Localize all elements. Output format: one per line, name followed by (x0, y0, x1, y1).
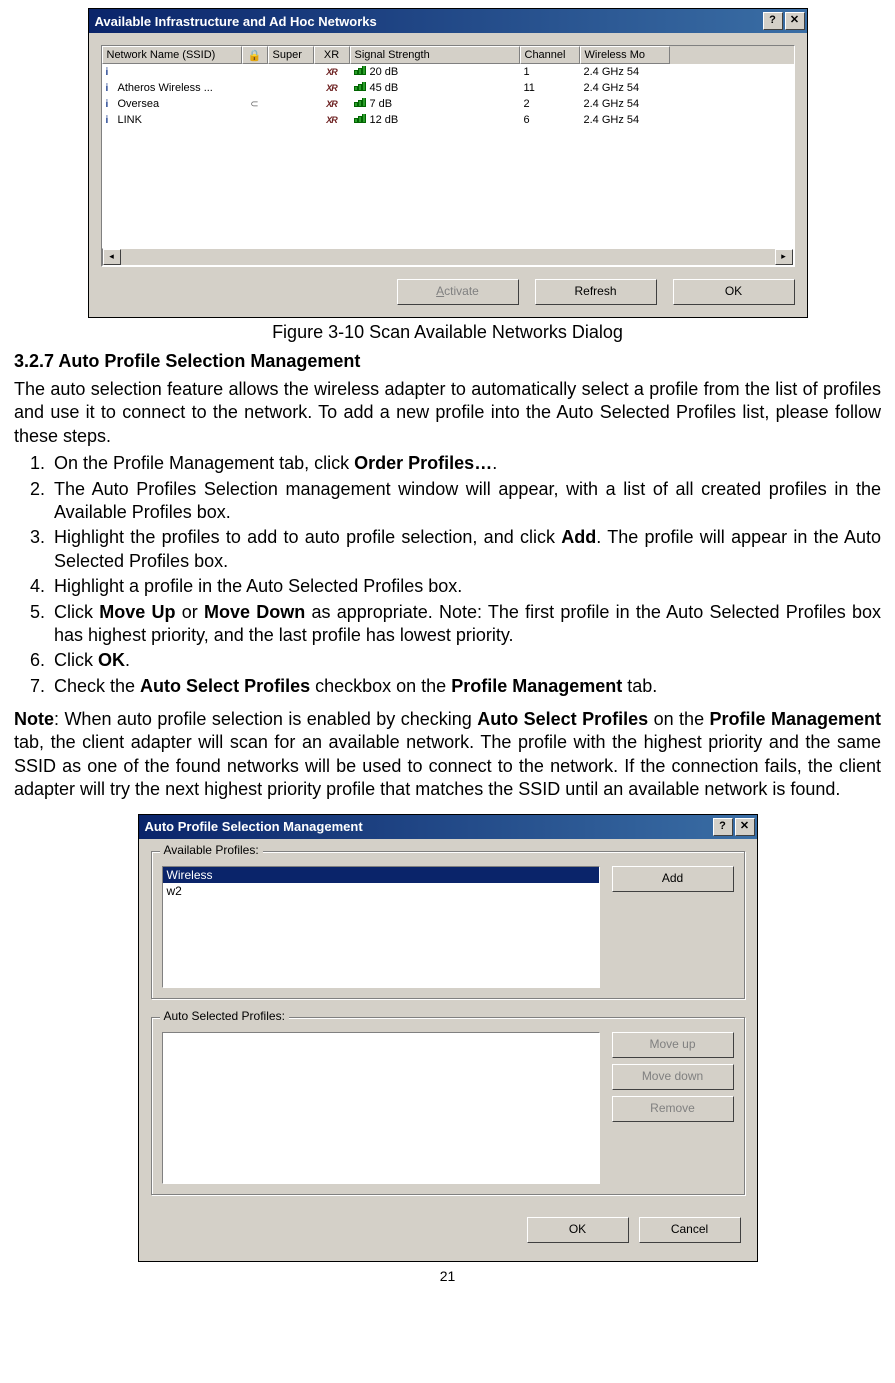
help-button[interactable]: ? (713, 818, 733, 836)
table-row[interactable]: iXR20 dB12.4 GHz 54 (102, 64, 794, 80)
table-row[interactable]: iAtheros Wireless ...XR45 dB112.4 GHz 54 (102, 80, 794, 96)
activate-button[interactable]: Activate (397, 279, 519, 305)
intro-paragraph: The auto selection feature allows the wi… (14, 378, 881, 448)
lock-icon: ⊂ (250, 99, 258, 110)
column-mode[interactable]: Wireless Mo (580, 46, 670, 64)
network-icon: i (106, 99, 116, 109)
close-button[interactable]: ✕ (785, 12, 805, 30)
signal-bars-icon (354, 67, 366, 75)
step-7: Check the Auto Select Profiles checkbox … (50, 675, 881, 698)
available-profiles-group: Available Profiles: Wirelessw2 Add (151, 851, 745, 999)
horizontal-scrollbar[interactable]: ◂ ▸ (102, 248, 794, 266)
note-paragraph: Note: When auto profile selection is ena… (14, 708, 881, 802)
auto-profile-dialog: Auto Profile Selection Management ? ✕ Av… (138, 814, 758, 1262)
table-row[interactable]: iLINKXR12 dB62.4 GHz 54 (102, 112, 794, 128)
list-item[interactable]: Wireless (163, 867, 599, 883)
signal-bars-icon (354, 115, 366, 123)
add-button[interactable]: Add (612, 866, 734, 892)
move-up-button[interactable]: Move up (612, 1032, 734, 1058)
network-icon: i (106, 67, 116, 77)
column-super[interactable]: Super (268, 46, 314, 64)
steps-list: On the Profile Management tab, click Ord… (14, 452, 881, 698)
table-row[interactable]: iOversea⊂XR7 dB22.4 GHz 54 (102, 96, 794, 112)
xr-icon: XR (326, 115, 337, 125)
scroll-right-icon[interactable]: ▸ (775, 249, 793, 265)
signal-bars-icon (354, 83, 366, 91)
move-down-button[interactable]: Move down (612, 1064, 734, 1090)
cancel-button[interactable]: Cancel (639, 1217, 741, 1243)
networks-listview[interactable]: Network Name (SSID) 🔒 Super XR Signal St… (101, 45, 795, 267)
auto-selected-profiles-listbox[interactable] (162, 1032, 600, 1184)
column-channel[interactable]: Channel (520, 46, 580, 64)
titlebar: Available Infrastructure and Ad Hoc Netw… (89, 9, 807, 33)
list-item[interactable]: w2 (163, 883, 599, 899)
step-4: Highlight a profile in the Auto Selected… (50, 575, 881, 598)
scroll-left-icon[interactable]: ◂ (103, 249, 121, 265)
figure-caption: Figure 3-10 Scan Available Networks Dial… (14, 322, 881, 343)
window-title: Auto Profile Selection Management (145, 819, 711, 834)
step-3: Highlight the profiles to add to auto pr… (50, 526, 881, 573)
column-ssid[interactable]: Network Name (SSID) (102, 46, 242, 64)
network-icon: i (106, 115, 116, 125)
step-2: The Auto Profiles Selection management w… (50, 478, 881, 525)
network-icon: i (106, 83, 116, 93)
signal-bars-icon (354, 99, 366, 107)
scan-networks-dialog: Available Infrastructure and Ad Hoc Netw… (88, 8, 808, 318)
ok-button[interactable]: OK (673, 279, 795, 305)
listview-header: Network Name (SSID) 🔒 Super XR Signal St… (102, 46, 794, 64)
column-xr[interactable]: XR (314, 46, 350, 64)
step-5: Click Move Up or Move Down as appropriat… (50, 601, 881, 648)
column-signal[interactable]: Signal Strength (350, 46, 520, 64)
titlebar: Auto Profile Selection Management ? ✕ (139, 815, 757, 839)
column-lock[interactable]: 🔒 (242, 46, 268, 64)
step-6: Click OK. (50, 649, 881, 672)
xr-icon: XR (326, 83, 337, 93)
group-legend: Auto Selected Profiles: (160, 1009, 289, 1023)
xr-icon: XR (326, 99, 337, 109)
xr-icon: XR (326, 67, 337, 77)
available-profiles-listbox[interactable]: Wirelessw2 (162, 866, 600, 988)
remove-button[interactable]: Remove (612, 1096, 734, 1122)
section-heading: 3.2.7 Auto Profile Selection Management (14, 351, 881, 372)
window-title: Available Infrastructure and Ad Hoc Netw… (95, 14, 761, 29)
auto-selected-profiles-group: Auto Selected Profiles: Move up Move dow… (151, 1017, 745, 1195)
help-button[interactable]: ? (763, 12, 783, 30)
step-1: On the Profile Management tab, click Ord… (50, 452, 881, 475)
close-button[interactable]: ✕ (735, 818, 755, 836)
page-number: 21 (14, 1268, 881, 1284)
refresh-button[interactable]: Refresh (535, 279, 657, 305)
group-legend: Available Profiles: (160, 843, 263, 857)
ok-button[interactable]: OK (527, 1217, 629, 1243)
